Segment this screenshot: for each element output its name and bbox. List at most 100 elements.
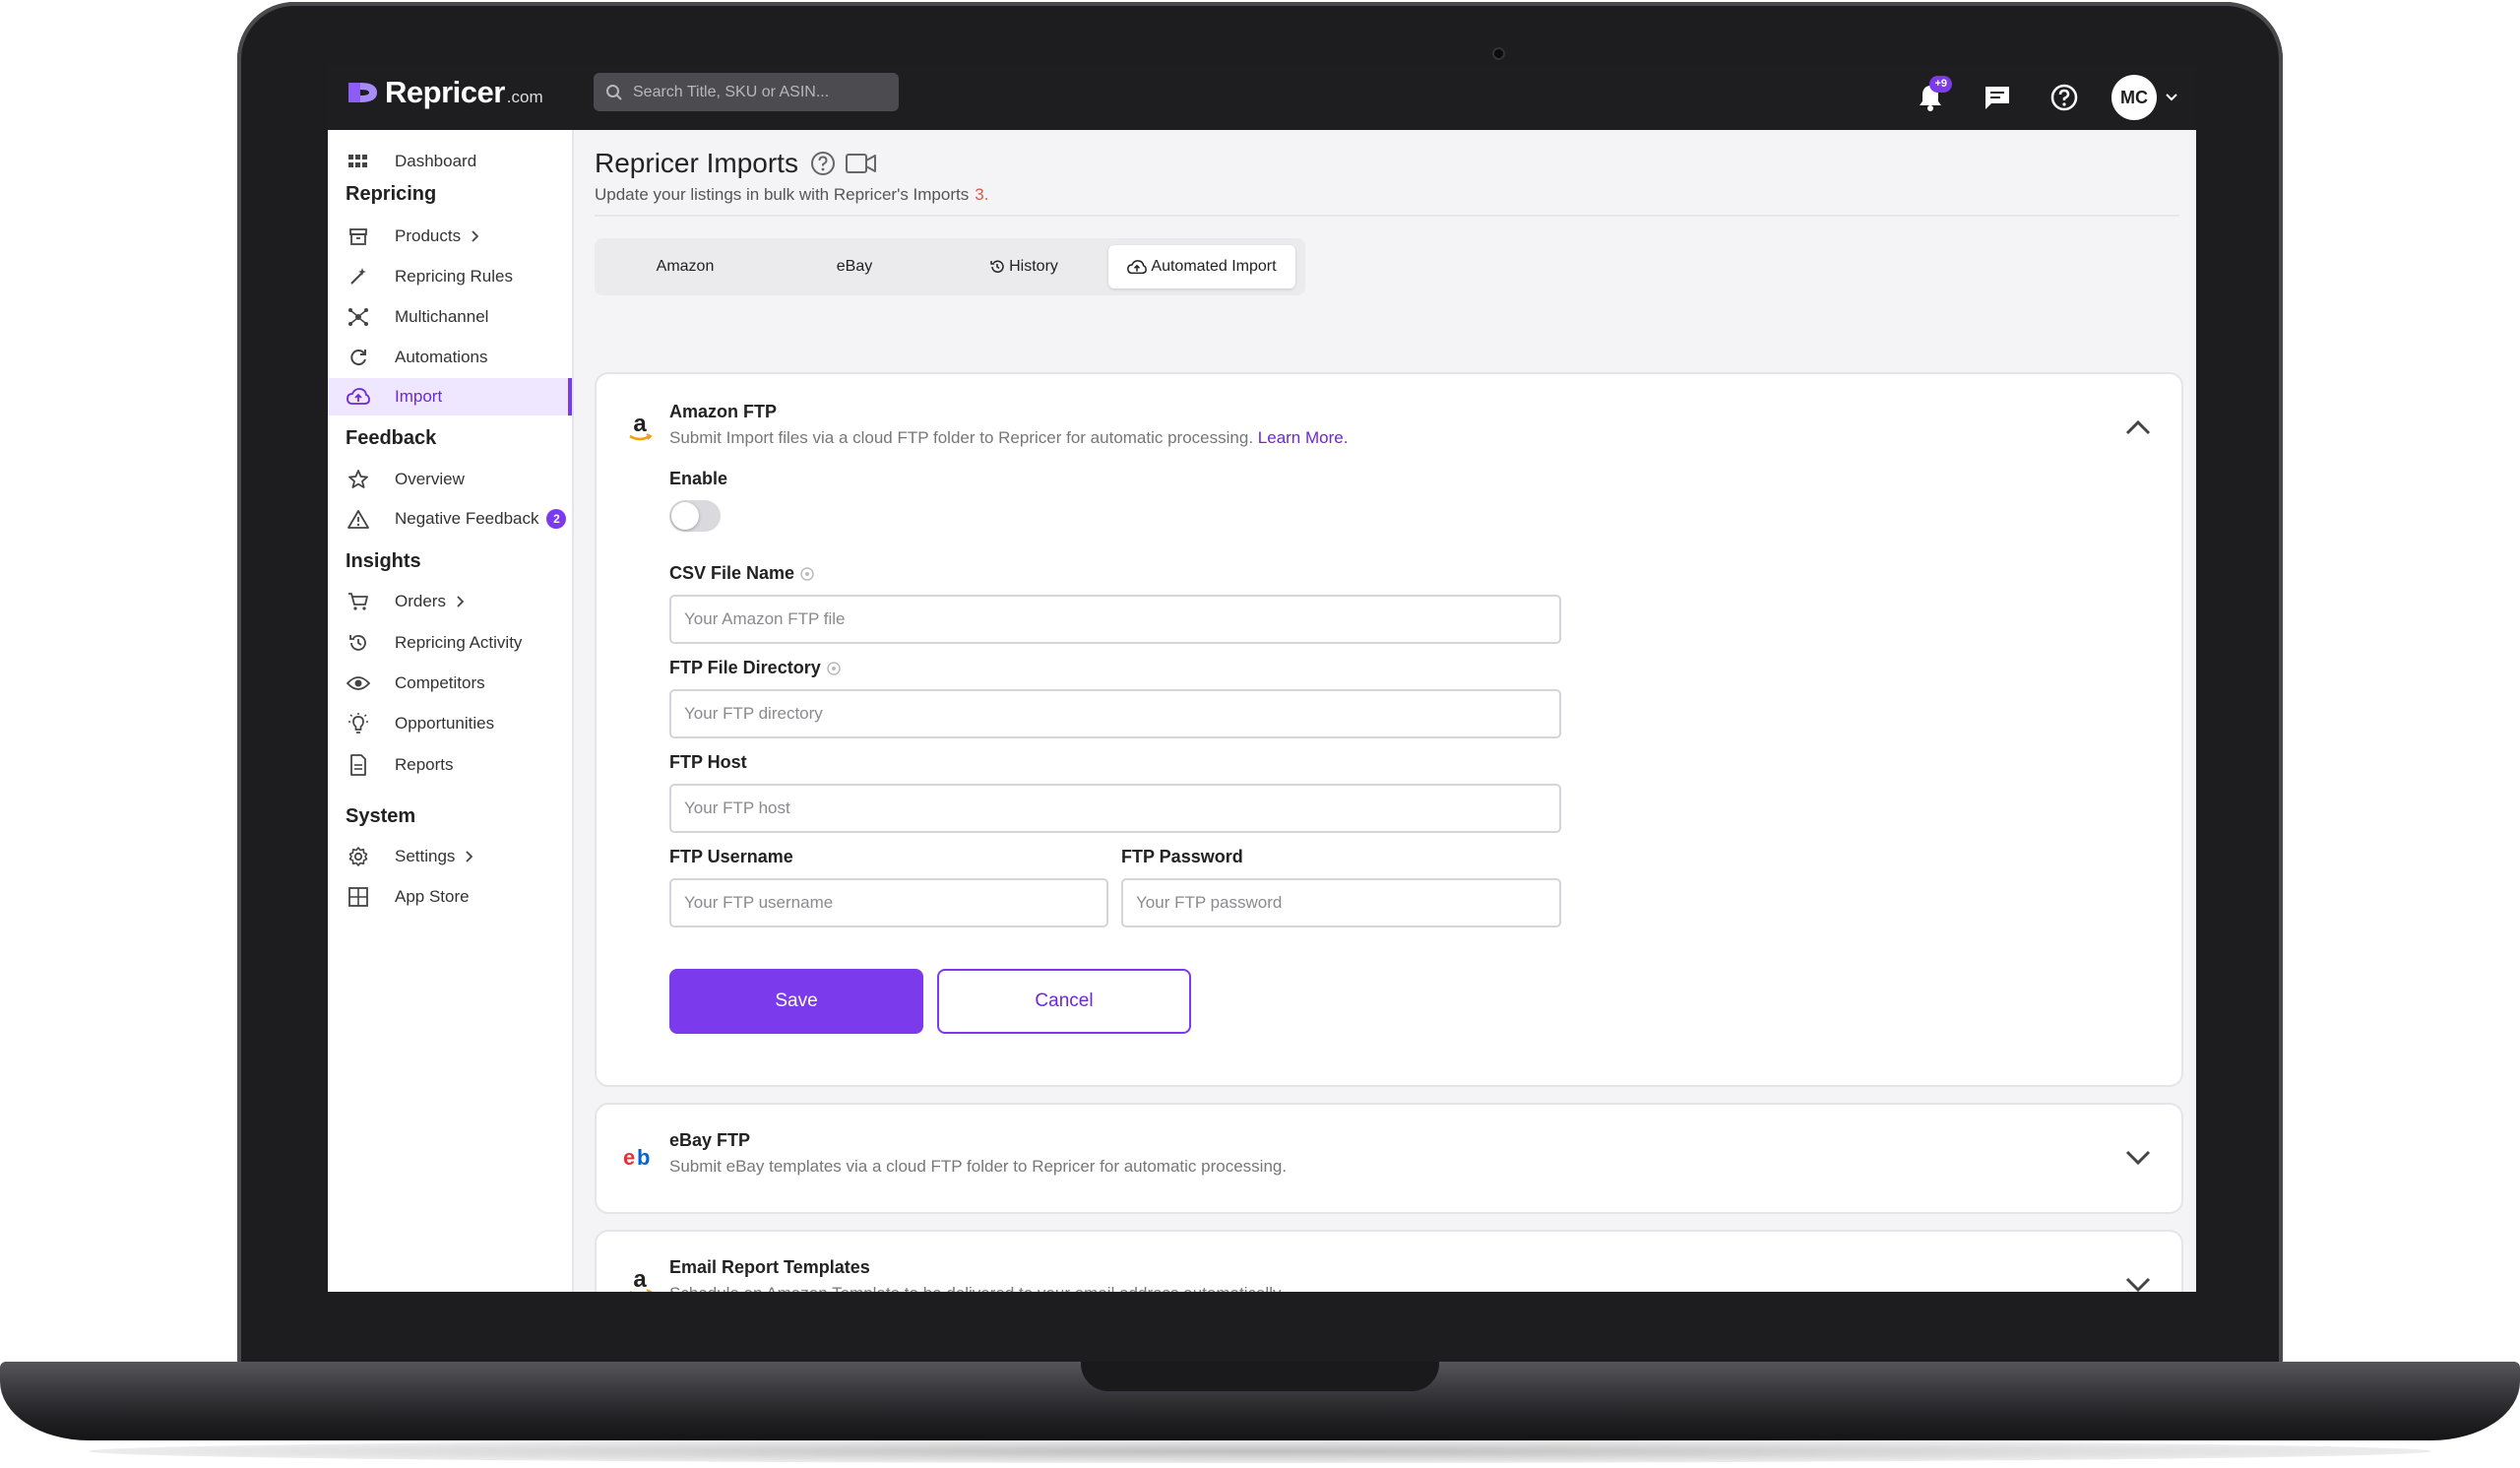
sidebar-item-opportunities[interactable]: Opportunities [328,705,572,742]
sidebar-item-settings[interactable]: Settings [328,838,572,875]
chat-icon [1985,87,2009,109]
camera [1492,47,1505,60]
sidebar-item-app-store[interactable]: App Store [328,878,572,916]
sidebar-item-negative-feedback[interactable]: Negative Feedback 2 [328,500,572,538]
sidebar-item-repricing-rules[interactable]: Repricing Rules [328,258,572,295]
ftp-file-directory-input[interactable] [669,689,1561,738]
save-button[interactable]: Save [669,969,923,1034]
divider [595,215,2179,217]
tab-automated-import[interactable]: Automated Import [1108,245,1295,288]
card-title: eBay FTP [669,1130,751,1150]
count-badge: 2 [546,509,567,529]
sidebar-item-competitors[interactable]: Competitors [328,665,572,702]
card-description: Submit Import files via a cloud FTP fold… [669,428,1348,448]
card-header: a Email Report Templates Schedule an Ama… [622,1257,1285,1292]
sidebar-item-label: Repricing Rules [395,267,513,286]
ftp-username-label: FTP Username [669,847,793,866]
sidebar-item-repricing-activity[interactable]: Repricing Activity [328,624,572,662]
subtitle-link[interactable]: 3. [975,185,988,204]
toggle-knob [671,502,699,530]
sidebar-item-label: Negative Feedback [395,509,539,528]
sidebar-item-products[interactable]: Products [328,218,572,255]
info-icon[interactable] [826,661,841,675]
enable-toggle[interactable] [669,500,721,532]
section-insights: Insights [346,550,421,572]
cancel-button[interactable]: Cancel [937,969,1191,1034]
apps-icon [346,884,371,910]
sidebar-item-label: Reports [395,755,454,774]
search-icon [606,84,622,100]
expand-button[interactable] [2120,1140,2156,1176]
ftp-host-input[interactable] [669,784,1561,833]
import-tabs: Amazon eBay History Automated Import [595,238,1305,295]
sidebar-item-dashboard[interactable]: Dashboard [328,143,572,180]
collapse-button[interactable] [2120,410,2156,445]
logo-suffix: .com [506,88,543,106]
search-box[interactable] [594,73,899,111]
sidebar-item-label: Competitors [395,673,485,692]
top-bar: Repricer .com +9 MC [328,65,2196,130]
sidebar-item-label: Repricing Activity [395,633,523,652]
help-icon [2050,84,2078,111]
info-icon[interactable] [800,566,814,581]
video-icon[interactable] [845,153,877,174]
notification-badge: +9 [1929,76,1952,93]
lightbulb-icon [346,711,371,736]
sidebar-item-multichannel[interactable]: Multichannel [328,298,572,336]
svg-text:a: a [633,1266,647,1292]
amazon-ftp-card: a Amazon FTP Submit Import files via a c… [595,372,2183,1087]
help-button[interactable] [2043,76,2086,119]
page-subtitle-text: Update your listings in bulk with Repric… [595,185,970,204]
section-repricing: Repricing [346,183,437,205]
section-system: System [346,805,416,827]
grid-icon [346,149,371,174]
amazon-logo-icon: a [622,402,658,457]
notifications-button[interactable]: +9 [1909,76,1952,119]
chevron-right-icon [472,230,479,242]
sidebar-item-automations[interactable]: Automations [328,339,572,376]
ftp-password-input[interactable] [1121,878,1561,927]
page-title: Repricer Imports [595,148,877,179]
document-icon [346,752,371,778]
tab-history[interactable]: History [939,245,1108,288]
search-input[interactable] [633,83,879,101]
top-icons: +9 MC [1885,65,2178,130]
expand-button[interactable] [2120,1267,2156,1292]
sidebar-item-label: Products [395,226,462,245]
sidebar-item-overview[interactable]: Overview [328,461,572,498]
avatar[interactable]: MC [2111,75,2157,120]
star-icon [346,467,371,492]
csv-file-name-input[interactable] [669,595,1561,644]
sidebar: Dashboard Repricing Products Repricing R… [328,130,574,1292]
sidebar-item-import[interactable]: Import [328,378,572,415]
email-report-templates-card[interactable]: a Email Report Templates Schedule an Ama… [595,1230,2183,1292]
laptop-shadow [89,1439,2431,1463]
tab-ebay[interactable]: eBay [770,245,939,288]
ebay-ftp-card[interactable]: eb eBay FTP Submit eBay templates via a … [595,1103,2183,1214]
repricer-logo[interactable]: Repricer .com [346,75,543,110]
chevron-right-icon [457,596,464,607]
ftp-password-label: FTP Password [1121,847,1243,866]
learn-more-link[interactable]: Learn More. [1258,428,1349,447]
sidebar-item-label: Orders [395,592,446,610]
app-screen: Repricer .com +9 MC Dashboard [328,65,2196,1292]
messages-button[interactable] [1976,76,2019,119]
sidebar-item-label: Automations [395,348,488,366]
help-icon[interactable] [810,151,836,176]
sidebar-item-orders[interactable]: Orders [328,583,572,620]
svg-text:e: e [623,1146,635,1170]
tab-amazon[interactable]: Amazon [600,245,770,288]
ftp-username-input[interactable] [669,878,1108,927]
tab-label: eBay [836,258,873,275]
page-subtitle: Update your listings in bulk with Repric… [595,185,988,205]
laptop-notch [1081,1362,1439,1391]
gear-icon [346,844,371,869]
cloud-upload-icon [1127,259,1148,274]
refresh-icon [346,345,371,370]
sidebar-item-reports[interactable]: Reports [328,746,572,784]
ebay-logo-icon: eb [622,1130,658,1185]
sidebar-item-label: Opportunities [395,714,495,733]
sidebar-item-label: Settings [395,847,456,865]
chevron-down-icon[interactable] [2165,93,2178,102]
page-title-text: Repricer Imports [595,148,798,178]
